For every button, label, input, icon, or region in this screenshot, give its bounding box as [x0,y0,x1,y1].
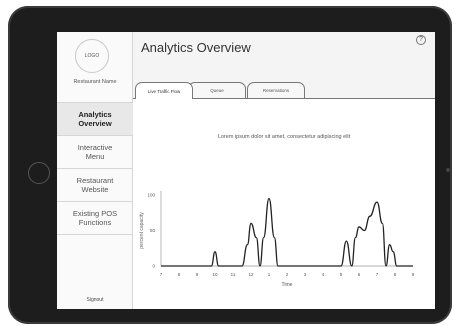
tab-label: Live Traffic Flow [147,88,181,94]
camera-dot [446,168,450,172]
home-button[interactable] [28,162,50,184]
sidebar-item-restaurant-website[interactable]: Restaurant Website [57,168,133,201]
sidebar-item-label: Analytics Overview [78,110,112,128]
main-content: Analytics Overview ? Live Traffic Flow Q… [133,32,435,309]
signout-link[interactable]: Signout [57,297,133,303]
x-tick-label: 11 [231,272,236,277]
x-tick-label: 8 [178,272,181,277]
y-tick-label: 0 [152,264,155,269]
logo-text: LOGO [84,53,100,59]
app-screen: LOGO Restaurant Name Analytics Overview … [57,32,435,309]
tab-live-traffic-flow[interactable]: Live Traffic Flow [135,82,193,99]
x-tick-label: 7 [376,272,379,277]
x-tick-label: 10 [212,272,218,277]
sidebar-item-label: Existing POS Functions [72,209,118,227]
y-tick-label: 50 [150,228,156,233]
tab-label: Reservations [262,88,290,93]
help-icon[interactable]: ? [416,35,426,45]
sidebar-item-interactive-menu[interactable]: Interactive Menu [57,135,133,168]
chart-panel: Lorem ipsum dolor sit amet, consectetur … [133,98,435,309]
traffic-line-chart: 0501007 8 9 10 11 12 1 2 3 4 5 6 7 8 9percent capacity… [139,191,415,288]
x-tick-label: 12 [248,272,254,277]
tab-label: Queue [210,88,224,93]
y-tick-label: 100 [147,193,155,198]
x-tick-label: 9 [196,272,199,277]
x-tick-label: 1 [268,272,271,277]
x-tick-label: 7 [160,272,163,277]
x-tick-label: 9 [412,272,415,277]
x-tick-label: 4 [322,272,325,277]
y-axis-label: percent capacity [139,212,145,249]
tab-queue[interactable]: Queue [188,82,246,98]
x-tick-label: 6 [358,272,361,277]
sidebar: LOGO Restaurant Name Analytics Overview … [57,32,133,309]
sidebar-item-label: Restaurant Website [76,176,114,194]
sidebar-item-analytics-overview[interactable]: Analytics Overview [57,102,133,135]
x-axis-label: Time [282,282,293,288]
series-line-0 [161,197,413,267]
page-title: Analytics Overview [141,40,251,55]
x-tick-label: 8 [394,272,397,277]
x-tick-label: 5 [340,272,343,277]
x-tick-label: 3 [304,272,307,277]
sidebar-item-existing-pos-functions[interactable]: Existing POS Functions [57,201,133,234]
restaurant-name: Restaurant Name [73,79,117,85]
sidebar-item-label: Interactive Menu [77,143,113,161]
sidebar-divider [57,234,133,235]
tablet-frame: LOGO Restaurant Name Analytics Overview … [8,6,452,324]
logo: LOGO [75,39,109,73]
tab-reservations[interactable]: Reservations [247,82,305,98]
x-tick-label: 2 [286,272,289,277]
